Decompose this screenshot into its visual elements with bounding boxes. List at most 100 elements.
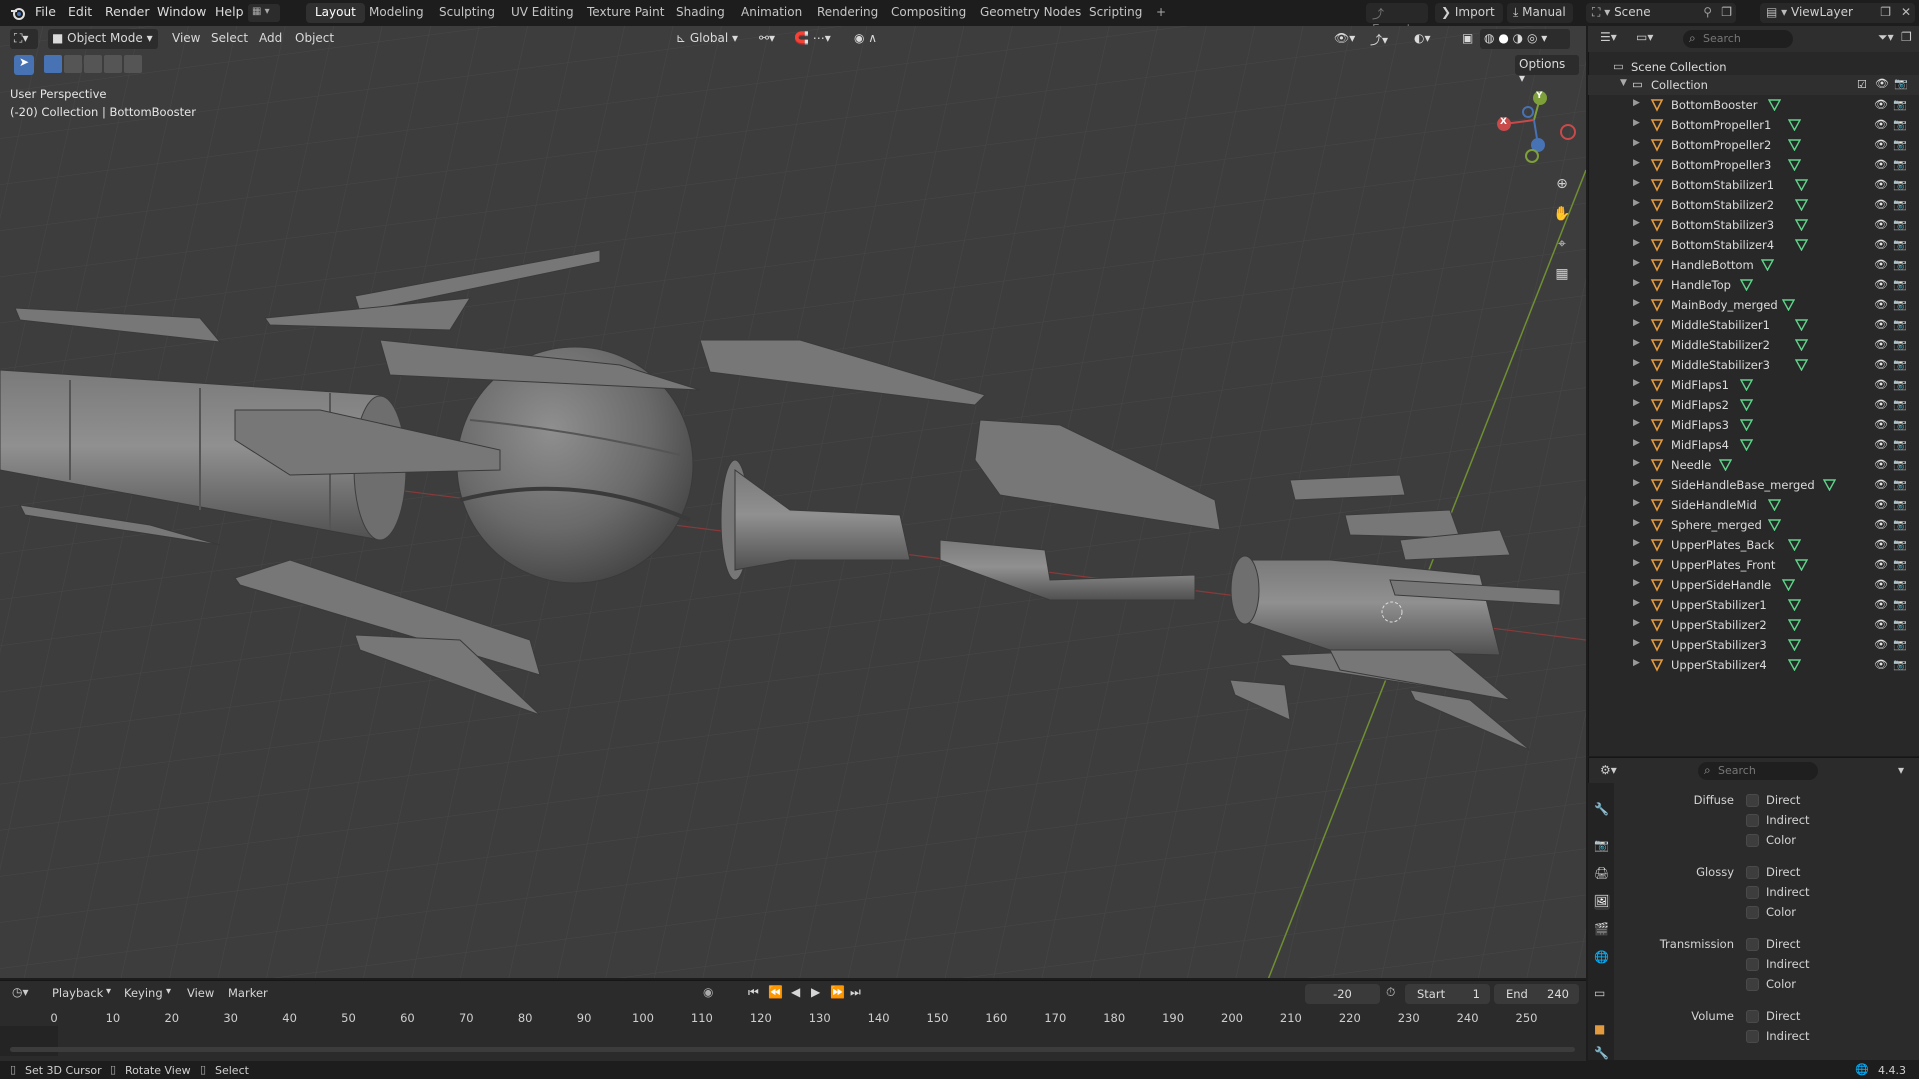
chevron-right-icon[interactable]: ▶: [1633, 418, 1640, 428]
shading-modes[interactable]: ◍ ● ◑ ◎ ▾: [1480, 29, 1570, 49]
chevron-right-icon[interactable]: ▶: [1633, 438, 1640, 448]
outliner-item[interactable]: ▶ BottomPropeller1 👁 📷: [1588, 115, 1919, 135]
eye-icon[interactable]: 👁: [1874, 298, 1888, 312]
pass-checkbox[interactable]: [1746, 866, 1759, 879]
mesh-data-icon[interactable]: [1795, 238, 1808, 251]
chevron-right-icon[interactable]: ▶: [1633, 178, 1640, 188]
camera-icon[interactable]: 📷: [1893, 178, 1907, 192]
material-icon[interactable]: ◑: [1513, 31, 1523, 45]
tab-geometry-nodes[interactable]: Geometry Nodes: [971, 3, 1090, 23]
camera-icon[interactable]: 📷: [1893, 278, 1907, 292]
outliner-item[interactable]: ▶ Sphere_merged 👁 📷: [1588, 515, 1919, 535]
blender-logo-icon[interactable]: [10, 5, 26, 21]
camera-icon[interactable]: 📷: [1893, 578, 1907, 592]
outliner-item[interactable]: ▶ BottomStabilizer1 👁 📷: [1588, 175, 1919, 195]
overlays-icon[interactable]: ◐▾: [1410, 29, 1435, 49]
camera-icon[interactable]: 📷: [1893, 398, 1907, 412]
new-scene-icon[interactable]: ❐: [1721, 5, 1732, 19]
chevron-right-icon[interactable]: ▶: [1633, 598, 1640, 608]
outliner-item[interactable]: ▶ Needle 👁 📷: [1588, 455, 1919, 475]
outliner-item[interactable]: ▶ UpperStabilizer1 👁 📷: [1588, 595, 1919, 615]
menu-select[interactable]: Select: [207, 29, 252, 49]
tab-layout[interactable]: Layout: [306, 3, 365, 23]
mesh-data-icon[interactable]: [1768, 98, 1781, 111]
mesh-data-icon[interactable]: [1788, 138, 1801, 151]
new-collection-icon[interactable]: ❐: [1901, 30, 1912, 44]
chevron-right-icon[interactable]: ▶: [1633, 618, 1640, 628]
select-box-mode-invert-icon[interactable]: [104, 55, 122, 73]
chevron-right-icon[interactable]: ▶: [1633, 278, 1640, 288]
mesh-data-icon[interactable]: [1740, 378, 1753, 391]
object-mode-dropdown[interactable]: ■ Object Mode ▾: [48, 29, 158, 49]
export-button[interactable]: ⤴ Export: [1366, 3, 1428, 36]
outliner-search-input[interactable]: ⌕ Search: [1683, 30, 1793, 48]
mesh-data-icon[interactable]: [1788, 598, 1801, 611]
pass-checkbox[interactable]: [1746, 834, 1759, 847]
camera-icon[interactable]: 📷: [1893, 438, 1907, 452]
eye-icon[interactable]: 👁: [1874, 618, 1888, 632]
outliner-item[interactable]: ▶ HandleBottom 👁 📷: [1588, 255, 1919, 275]
eye-icon[interactable]: 👁: [1874, 398, 1888, 412]
chevron-right-icon[interactable]: ▶: [1633, 478, 1640, 488]
camera-icon[interactable]: 📷: [1893, 638, 1907, 652]
mesh-data-icon[interactable]: [1788, 618, 1801, 631]
pass-checkbox[interactable]: [1746, 814, 1759, 827]
eye-icon[interactable]: 👁: [1874, 98, 1888, 112]
pass-checkbox[interactable]: [1746, 1010, 1759, 1023]
camera-icon[interactable]: 📷: [1893, 218, 1907, 232]
camera-icon[interactable]: 📷: [1893, 558, 1907, 572]
camera-icon[interactable]: 📷: [1893, 118, 1907, 132]
eye-icon[interactable]: 👁: [1874, 418, 1888, 432]
chevron-right-icon[interactable]: ▶: [1633, 558, 1640, 568]
camera-icon[interactable]: 📷: [1893, 378, 1907, 392]
eye-icon[interactable]: 👁: [1874, 518, 1888, 532]
eye-icon[interactable]: 👁: [1874, 378, 1888, 392]
mesh-data-icon[interactable]: [1823, 478, 1836, 491]
mesh-data-icon[interactable]: [1795, 558, 1808, 571]
tab-texture-paint[interactable]: Texture Paint: [578, 3, 673, 23]
remove-viewlayer-icon[interactable]: ✕: [1901, 5, 1911, 19]
outliner-item[interactable]: ▶ MidFlaps3 👁 📷: [1588, 415, 1919, 435]
mesh-data-icon[interactable]: [1788, 118, 1801, 131]
outliner-item[interactable]: ▶ BottomStabilizer2 👁 📷: [1588, 195, 1919, 215]
chevron-right-icon[interactable]: ▶: [1633, 98, 1640, 108]
tool-tab-icon[interactable]: 🔧: [1594, 802, 1610, 818]
camera-icon[interactable]: 📷: [1893, 518, 1907, 532]
camera-icon[interactable]: 📷: [1893, 258, 1907, 272]
import-button[interactable]: ❯ Import: [1435, 3, 1503, 23]
eye-icon[interactable]: 👁: [1874, 638, 1888, 652]
mesh-data-icon[interactable]: [1761, 258, 1774, 271]
pass-checkbox[interactable]: [1746, 958, 1759, 971]
chevron-right-icon[interactable]: ▶: [1633, 638, 1640, 648]
menu-help[interactable]: Help: [215, 4, 244, 19]
chevron-right-icon[interactable]: ▶: [1633, 378, 1640, 388]
mesh-data-icon[interactable]: [1782, 298, 1795, 311]
eye-icon[interactable]: 👁: [1874, 198, 1888, 212]
camera-icon[interactable]: 📷: [1893, 658, 1907, 672]
outliner-item[interactable]: ▶ BottomStabilizer4 👁 📷: [1588, 235, 1919, 255]
navigation-gizmo[interactable]: Y X: [1490, 90, 1586, 170]
pass-checkbox[interactable]: [1746, 886, 1759, 899]
options-dropdown[interactable]: Options ▾: [1515, 55, 1579, 85]
eye-icon[interactable]: 👁: [1874, 258, 1888, 272]
outliner-item[interactable]: ▶ MidFlaps1 👁 📷: [1588, 375, 1919, 395]
menu-view[interactable]: View: [168, 29, 204, 49]
object-tab-icon[interactable]: ■: [1594, 1022, 1610, 1038]
chevron-right-icon[interactable]: ▶: [1633, 218, 1640, 228]
select-box-mode-set-icon[interactable]: [44, 55, 62, 73]
menu-timeline-view[interactable]: View: [187, 986, 214, 1000]
outliner-item[interactable]: ▶ MidFlaps2 👁 📷: [1588, 395, 1919, 415]
eye-icon[interactable]: 👁: [1874, 458, 1888, 472]
outliner-item[interactable]: ▶ UpperPlates_Back 👁 📷: [1588, 535, 1919, 555]
mesh-data-icon[interactable]: [1719, 458, 1732, 471]
jump-end-icon[interactable]: ⏭: [850, 985, 861, 1000]
eye-icon[interactable]: 👁: [1874, 658, 1888, 672]
camera-icon[interactable]: 📷: [1893, 598, 1907, 612]
outliner-item[interactable]: ▶ BottomPropeller2 👁 📷: [1588, 135, 1919, 155]
camera-view-icon[interactable]: ⌖: [1549, 231, 1575, 257]
pass-checkbox[interactable]: [1746, 938, 1759, 951]
mesh-data-icon[interactable]: [1788, 158, 1801, 171]
properties-editor-icon[interactable]: ⚙▾: [1600, 763, 1617, 777]
tab-compositing[interactable]: Compositing: [882, 3, 975, 23]
mesh-data-icon[interactable]: [1795, 198, 1808, 211]
